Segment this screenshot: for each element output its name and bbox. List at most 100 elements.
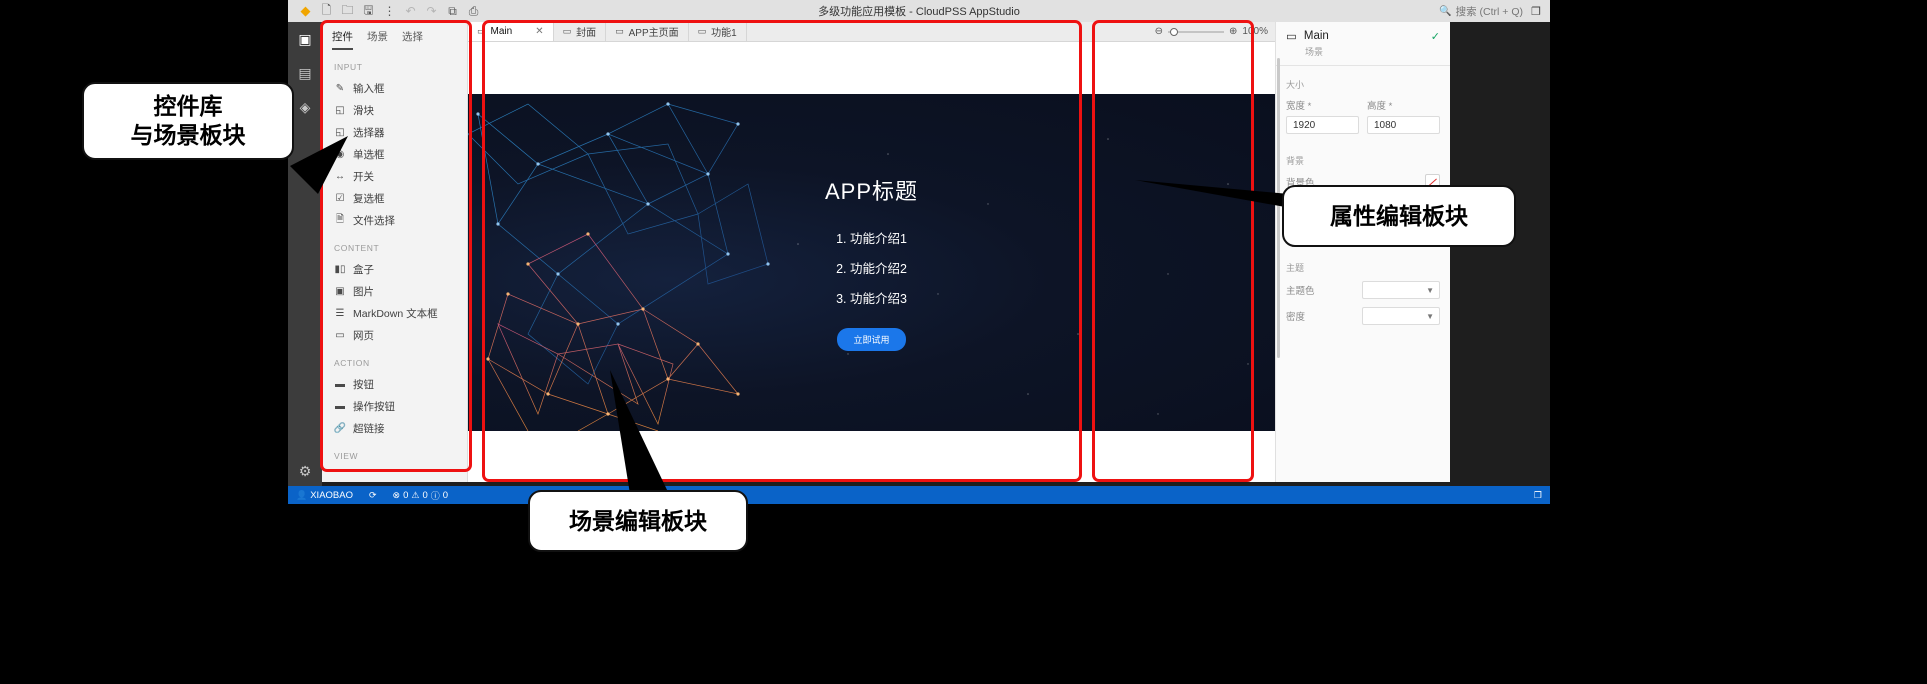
rail-item-layers[interactable]: ▤: [288, 56, 322, 90]
more-vertical-icon[interactable]: ⋮: [380, 2, 399, 21]
scene-editor-callout: 场景编辑板块: [528, 490, 748, 552]
density-select[interactable]: ▼: [1362, 307, 1440, 325]
library-item-button[interactable]: ▬ 按钮: [322, 373, 467, 395]
tab-main[interactable]: ▭ Main ✕: [468, 22, 554, 41]
scene-editor-callout-line-1: 场景编辑板块: [569, 507, 707, 534]
library-tab-widgets[interactable]: 控件: [332, 29, 353, 50]
required-marker: *: [1388, 101, 1393, 112]
height-input[interactable]: 1080: [1367, 116, 1440, 134]
publish-icon[interactable]: ⎙: [464, 2, 483, 21]
library-item-hyperlink[interactable]: 🔗 超链接: [322, 417, 467, 439]
library-item-box[interactable]: ▮▯ 盒子: [322, 258, 467, 280]
properties-subtitle: 场景: [1305, 47, 1324, 57]
link-icon: 🔗: [333, 422, 347, 434]
theme-color-select[interactable]: ▼: [1362, 281, 1440, 299]
library-group-input: INPUT: [334, 62, 363, 72]
library-item-label: 复选框: [353, 192, 385, 205]
save-icon[interactable]: 🖫: [359, 2, 378, 21]
tab-label: 封面: [576, 28, 597, 39]
properties-target-name[interactable]: Main: [1304, 30, 1329, 42]
library-item-label: 图片: [353, 285, 374, 298]
library-callout: 控件库 与场景板块: [82, 82, 294, 160]
scene-title[interactable]: APP标题: [825, 174, 918, 206]
notifications-icon[interactable]: ❐: [1534, 490, 1542, 501]
library-item-label: 滑块: [353, 104, 374, 117]
library-item-textbox[interactable]: ✎ 输入框: [322, 77, 467, 99]
library-item-label: 超链接: [353, 422, 385, 435]
error-icon: ⊗: [392, 489, 401, 500]
slider-icon: ◱: [335, 104, 345, 116]
zoom-slider[interactable]: [1168, 27, 1225, 36]
app-logo-icon: ◆: [300, 3, 311, 18]
section-theme-label: 主题: [1286, 263, 1305, 273]
chevron-down-icon: ▼: [1426, 285, 1434, 295]
tab-cover[interactable]: ▭ 封面: [554, 22, 607, 41]
size-row: 宽度 * 1920 高度 * 1080: [1276, 98, 1450, 142]
webpage-icon: ▭: [335, 329, 345, 341]
restore-window-icon[interactable]: ❐: [1528, 3, 1544, 19]
width-field: 宽度 * 1920: [1286, 98, 1359, 134]
properties-callout-line-1: 属性编辑板块: [1330, 202, 1468, 229]
action-button-icon: ▬: [335, 400, 345, 412]
scene-cta-button[interactable]: 立即试用: [837, 327, 906, 351]
zoom-slider-knob[interactable]: [1170, 27, 1179, 36]
library-item-label: 单选框: [353, 148, 385, 161]
status-sync[interactable]: ⟳: [361, 490, 385, 501]
tab-app-home[interactable]: ▭ APP主页面: [606, 22, 689, 41]
tab-feature-1[interactable]: ▭ 功能1: [689, 22, 747, 41]
library-callout-line-2: 与场景板块: [130, 122, 246, 148]
search-box[interactable]: 🔍 搜索 (Ctrl + Q): [1439, 4, 1523, 19]
open-folder-icon[interactable]: 🗀: [338, 2, 357, 21]
library-item-label: MarkDown 文本框: [353, 307, 438, 320]
settings-gear-icon[interactable]: ⚙: [288, 454, 322, 488]
warning-icon: ⚠: [411, 489, 420, 500]
theme-color-label: 主题色: [1286, 286, 1315, 297]
tab-label: APP主页面: [628, 28, 679, 39]
library-item-image[interactable]: ▣ 图片: [322, 280, 467, 302]
scene-feature-3[interactable]: 3. 功能介绍3: [836, 288, 907, 307]
zoom-in-icon[interactable]: ⊕: [1229, 26, 1237, 37]
status-bar-right: ❐: [1534, 490, 1550, 501]
library-item-webpage[interactable]: ▭ 网页: [322, 324, 467, 346]
section-size-label: 大小: [1286, 80, 1305, 90]
properties-panel: ▭ Main ✓ 场景 大小 宽度 * 1920 高度 * 1080 背景 背景…: [1275, 22, 1450, 482]
width-label: 宽度 *: [1286, 98, 1359, 112]
library-tab-scenes[interactable]: 场景: [367, 29, 388, 50]
density-label: 密度: [1286, 312, 1306, 323]
library-item-action-button[interactable]: ▬ 操作按钮: [322, 395, 467, 417]
scene-icon: ▭: [477, 26, 486, 36]
scene-feature-1[interactable]: 1. 功能介绍1: [836, 228, 907, 247]
library-item-markdown[interactable]: ☰ MarkDown 文本框: [322, 302, 467, 324]
undo-icon[interactable]: ↶: [401, 2, 420, 21]
user-icon: 👤: [296, 489, 308, 500]
scene-icon: ▭: [615, 26, 624, 36]
preview-icon[interactable]: ⧉: [443, 2, 462, 21]
sync-icon: ⟳: [368, 489, 377, 500]
zoom-out-icon[interactable]: ⊖: [1155, 26, 1163, 37]
library-item-slider[interactable]: ◱ 滑块: [322, 99, 467, 121]
library-tabs: 控件 场景 选择: [322, 22, 467, 50]
scene-editor-callout-tail: [610, 370, 668, 494]
zoom-controls: ⊖ ⊕ 100%: [1148, 22, 1275, 41]
status-user[interactable]: 👤 XIAOBAO: [288, 490, 361, 501]
library-tab-select[interactable]: 选择: [402, 29, 423, 50]
scene-icon: ▭: [1286, 31, 1297, 43]
status-bar: 👤 XIAOBAO ⟳ ⊗ 0 ⚠ 0 ⓘ 0 ❐: [288, 486, 1550, 504]
width-input[interactable]: 1920: [1286, 116, 1359, 134]
close-icon[interactable]: ✕: [535, 26, 543, 37]
new-file-icon[interactable]: 🗋: [317, 2, 336, 21]
scene-feature-2[interactable]: 2. 功能介绍2: [836, 258, 907, 277]
theme-color-control: ▼: [1348, 281, 1440, 299]
library-item-label: 选择器: [353, 126, 385, 139]
scene-icon: ▭: [697, 26, 707, 36]
rail-item-explorer[interactable]: ▣: [288, 22, 322, 56]
rail-bottom: ⚙: [288, 454, 322, 488]
library-item-label: 网页: [353, 329, 374, 342]
status-error-count[interactable]: ⊗ 0 ⚠ 0 ⓘ 0: [385, 489, 457, 502]
library-item-label: 文件选择: [353, 214, 395, 227]
scene-icon: ▭: [562, 26, 572, 36]
redo-icon[interactable]: ↷: [422, 2, 441, 21]
theme-color-row: 主题色 ▼: [1276, 281, 1450, 307]
chevron-down-icon: ▼: [1426, 311, 1434, 321]
status-user-label: XIAOBAO: [310, 489, 353, 501]
